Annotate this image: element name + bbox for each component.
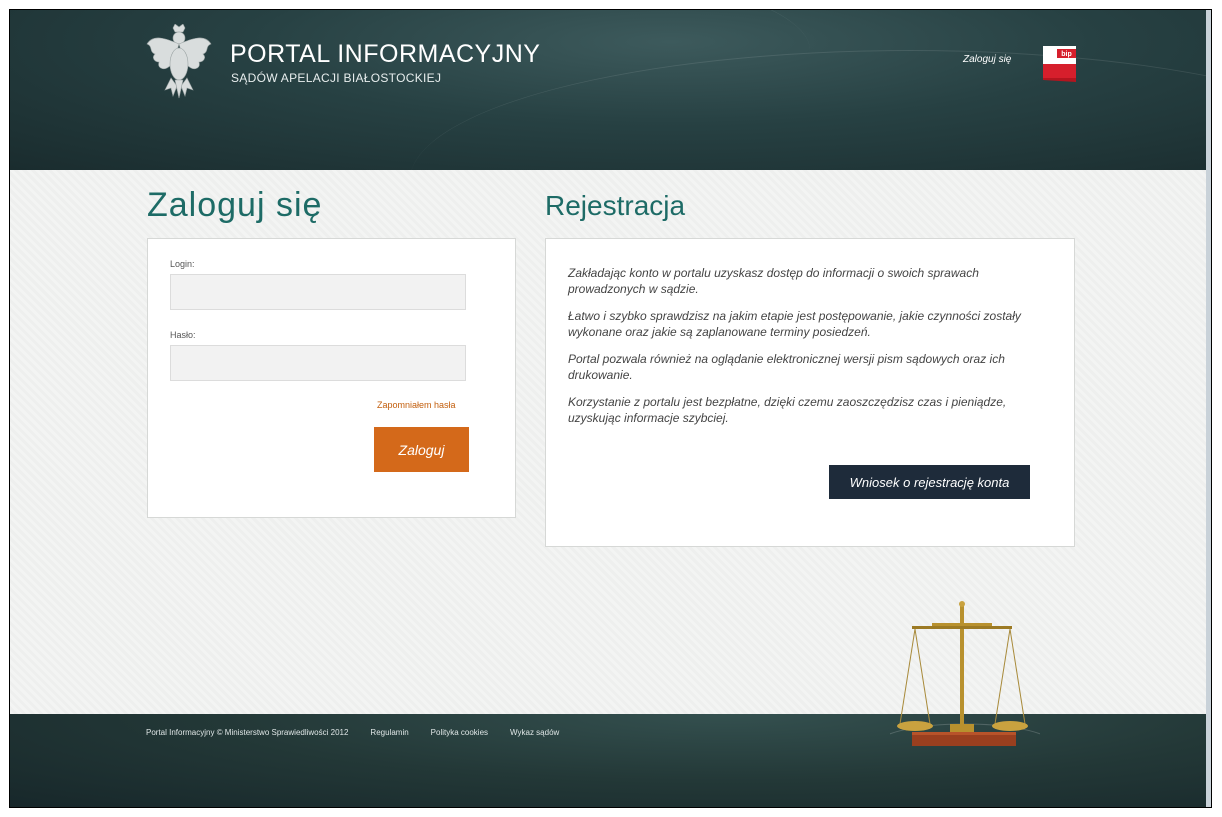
footer-copyright: Portal Informacyjny © Ministerstwo Spraw… xyxy=(146,728,349,737)
footer-link-regulamin[interactable]: Regulamin xyxy=(370,728,408,737)
bip-label: bip xyxy=(1061,51,1072,58)
login-form: Login: Hasło: Zapomniałem hasła Zaloguj xyxy=(147,238,516,518)
footer-link-courts[interactable]: Wykaz sądów xyxy=(510,728,559,737)
registration-paragraph: Zakładając konto w portalu uzyskasz dost… xyxy=(568,266,979,296)
registration-paragraph: Łatwo i szybko sprawdzisz na jakim etapi… xyxy=(568,309,1021,339)
header-login-link[interactable]: Zaloguj się xyxy=(963,54,1011,65)
footer-link-cookies[interactable]: Polityka cookies xyxy=(431,728,488,737)
portal-subtitle: SĄDÓW APELACJI BIAŁOSTOCKIEJ xyxy=(231,71,442,85)
password-label: Hasło: xyxy=(170,330,196,340)
portal-title: PORTAL INFORMACYJNY xyxy=(230,40,541,68)
site-header: PORTAL INFORMACYJNY SĄDÓW APELACJI BIAŁO… xyxy=(10,10,1211,170)
bip-flag-icon[interactable]: bip xyxy=(1043,46,1076,82)
registration-panel: Zakładając konto w portalu uzyskasz dost… xyxy=(545,238,1075,547)
browser-viewport: PORTAL INFORMACYJNY SĄDÓW APELACJI BIAŁO… xyxy=(9,9,1212,808)
polish-eagle-emblem-icon[interactable] xyxy=(145,24,213,100)
registration-paragraph: Korzystanie z portalu jest bezpłatne, dz… xyxy=(568,395,1007,425)
forgot-password-link[interactable]: Zapomniałem hasła xyxy=(377,400,456,410)
scales-of-justice-icon xyxy=(890,601,1040,746)
password-input[interactable] xyxy=(170,345,466,381)
login-heading: Zaloguj się xyxy=(147,186,323,224)
login-button[interactable]: Zaloguj xyxy=(374,427,469,472)
vertical-scrollbar[interactable] xyxy=(1206,10,1211,807)
login-label: Login: xyxy=(170,259,195,269)
registration-request-button[interactable]: Wniosek o rejestrację konta xyxy=(829,465,1030,499)
footer-links: Portal Informacyjny © Ministerstwo Spraw… xyxy=(146,728,581,737)
registration-paragraph: Portal pozwala również na oglądanie elek… xyxy=(568,352,1005,382)
login-input[interactable] xyxy=(170,274,466,310)
registration-description: Zakładając konto w portalu uzyskasz dost… xyxy=(568,265,1048,437)
registration-heading: Rejestracja xyxy=(545,190,686,221)
